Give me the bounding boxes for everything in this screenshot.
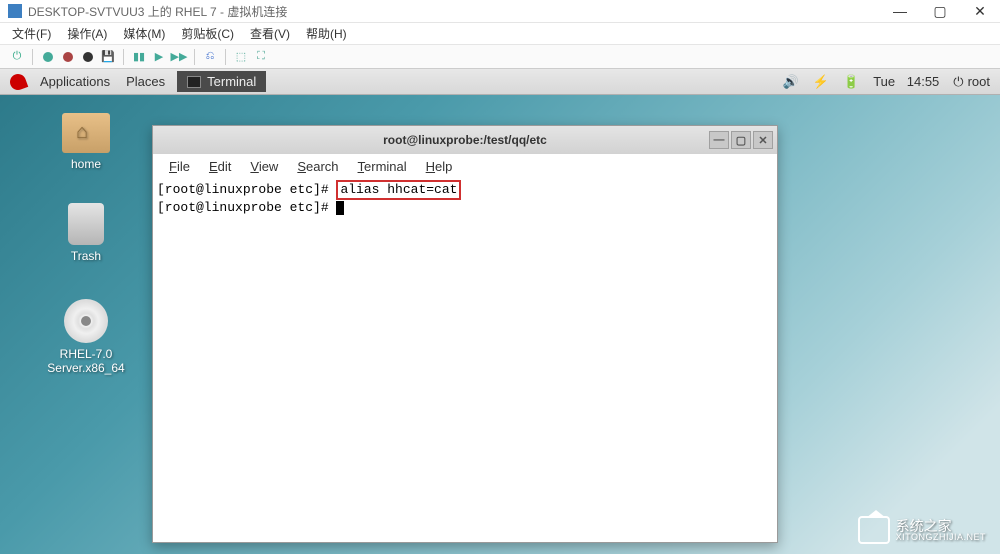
- highlighted-command: alias hhcat=cat: [336, 180, 461, 200]
- terminal-menu-edit[interactable]: Edit: [201, 157, 239, 176]
- network-icon[interactable]: ⚡: [813, 74, 829, 90]
- menu-file[interactable]: 文件(F): [12, 25, 51, 42]
- tool-checkpoint-icon[interactable]: ▶▶: [170, 48, 188, 66]
- tool-fullscreen-icon[interactable]: ⛶: [252, 48, 270, 66]
- applications-menu[interactable]: Applications: [32, 74, 118, 89]
- menu-view[interactable]: 查看(V): [250, 25, 290, 42]
- user-menu[interactable]: ⏻ root: [953, 74, 990, 90]
- desktop-icon-disc[interactable]: RHEL-7.0 Server.x86_64: [30, 299, 142, 375]
- tool-revert-icon[interactable]: ⎌: [201, 48, 219, 66]
- terminal-menu-file[interactable]: File: [161, 157, 198, 176]
- trash-icon: [68, 203, 104, 245]
- host-window-title: DESKTOP-SVTVUU3 上的 RHEL 7 - 虚拟机连接: [28, 3, 287, 20]
- terminal-menu-terminal[interactable]: Terminal: [350, 157, 415, 176]
- desktop-icon-label: RHEL-7.0 Server.x86_64: [30, 347, 142, 375]
- desktop-icon-trash[interactable]: Trash: [36, 203, 136, 263]
- menu-action[interactable]: 操作(A): [67, 25, 107, 42]
- vm-icon: [8, 4, 22, 18]
- places-menu[interactable]: Places: [118, 74, 173, 89]
- terminal-task-label: Terminal: [207, 74, 256, 89]
- terminal-menu-view[interactable]: View: [242, 157, 286, 176]
- terminal-maximize-button[interactable]: ▢: [731, 131, 751, 149]
- host-toolbar: ⏻ 💾 ▮▮ ▶ ▶▶ ⎌ ⬚ ⛶: [0, 45, 1000, 69]
- clock[interactable]: Tue 14:55: [873, 74, 939, 89]
- tool-pause-icon[interactable]: ▮▮: [130, 48, 148, 66]
- battery-icon[interactable]: 🔋: [843, 74, 859, 90]
- tool-save-icon[interactable]: 💾: [99, 48, 117, 66]
- menu-media[interactable]: 媒体(M): [123, 25, 165, 42]
- terminal-close-button[interactable]: ✕: [753, 131, 773, 149]
- watermark-logo-icon: [858, 516, 890, 544]
- desktop[interactable]: home Trash RHEL-7.0 Server.x86_64 root@l…: [0, 95, 1000, 554]
- tool-stop-icon[interactable]: [59, 48, 77, 66]
- terminal-prompt: [root@linuxprobe etc]#: [157, 182, 336, 197]
- terminal-window: root@linuxprobe:/test/qq/etc — ▢ ✕ File …: [152, 125, 778, 543]
- host-window-titlebar: DESKTOP-SVTVUU3 上的 RHEL 7 - 虚拟机连接 — ▢ ✕: [0, 0, 1000, 23]
- watermark: 系统之家 XITONGZHIJIA.NET: [858, 516, 986, 544]
- tool-power-icon[interactable]: ⏻: [8, 48, 26, 66]
- host-menubar: 文件(F) 操作(A) 媒体(M) 剪贴板(C) 查看(V) 帮助(H): [0, 23, 1000, 45]
- watermark-name: 系统之家: [896, 519, 986, 533]
- volume-icon[interactable]: 🔊: [783, 74, 799, 90]
- desktop-icon-label: home: [36, 157, 136, 171]
- menu-help[interactable]: 帮助(H): [306, 25, 347, 42]
- terminal-menu-search[interactable]: Search: [289, 157, 346, 176]
- maximize-button[interactable]: ▢: [920, 0, 960, 22]
- power-icon: ⏻: [953, 74, 963, 90]
- terminal-task-icon: [187, 76, 201, 88]
- desktop-icon-home[interactable]: home: [36, 113, 136, 171]
- tool-reset-icon[interactable]: ▶: [150, 48, 168, 66]
- terminal-title: root@linuxprobe:/test/qq/etc: [383, 133, 547, 147]
- desktop-icon-label: Trash: [36, 249, 136, 263]
- redhat-icon: [8, 71, 29, 92]
- minimize-button[interactable]: —: [880, 0, 920, 22]
- watermark-url: XITONGZHIJIA.NET: [896, 533, 986, 542]
- terminal-cursor: [336, 201, 344, 215]
- terminal-taskbar-item[interactable]: Terminal: [177, 71, 266, 92]
- terminal-menu-help[interactable]: Help: [418, 157, 461, 176]
- terminal-titlebar[interactable]: root@linuxprobe:/test/qq/etc — ▢ ✕: [153, 126, 777, 154]
- gnome-top-bar: Applications Places Terminal 🔊 ⚡ 🔋 Tue 1…: [0, 69, 1000, 95]
- tool-start-icon[interactable]: [39, 48, 57, 66]
- menu-clipboard[interactable]: 剪贴板(C): [181, 25, 234, 42]
- terminal-minimize-button[interactable]: —: [709, 131, 729, 149]
- tool-shutdown-icon[interactable]: [79, 48, 97, 66]
- terminal-body[interactable]: [root@linuxprobe etc]# alias hhcat=cat […: [153, 178, 777, 217]
- close-button[interactable]: ✕: [960, 0, 1000, 22]
- folder-icon: [62, 113, 110, 153]
- terminal-menubar: File Edit View Search Terminal Help: [153, 154, 777, 178]
- tool-share-icon[interactable]: ⬚: [232, 48, 250, 66]
- terminal-prompt: [root@linuxprobe etc]#: [157, 200, 336, 215]
- disc-icon: [64, 299, 108, 343]
